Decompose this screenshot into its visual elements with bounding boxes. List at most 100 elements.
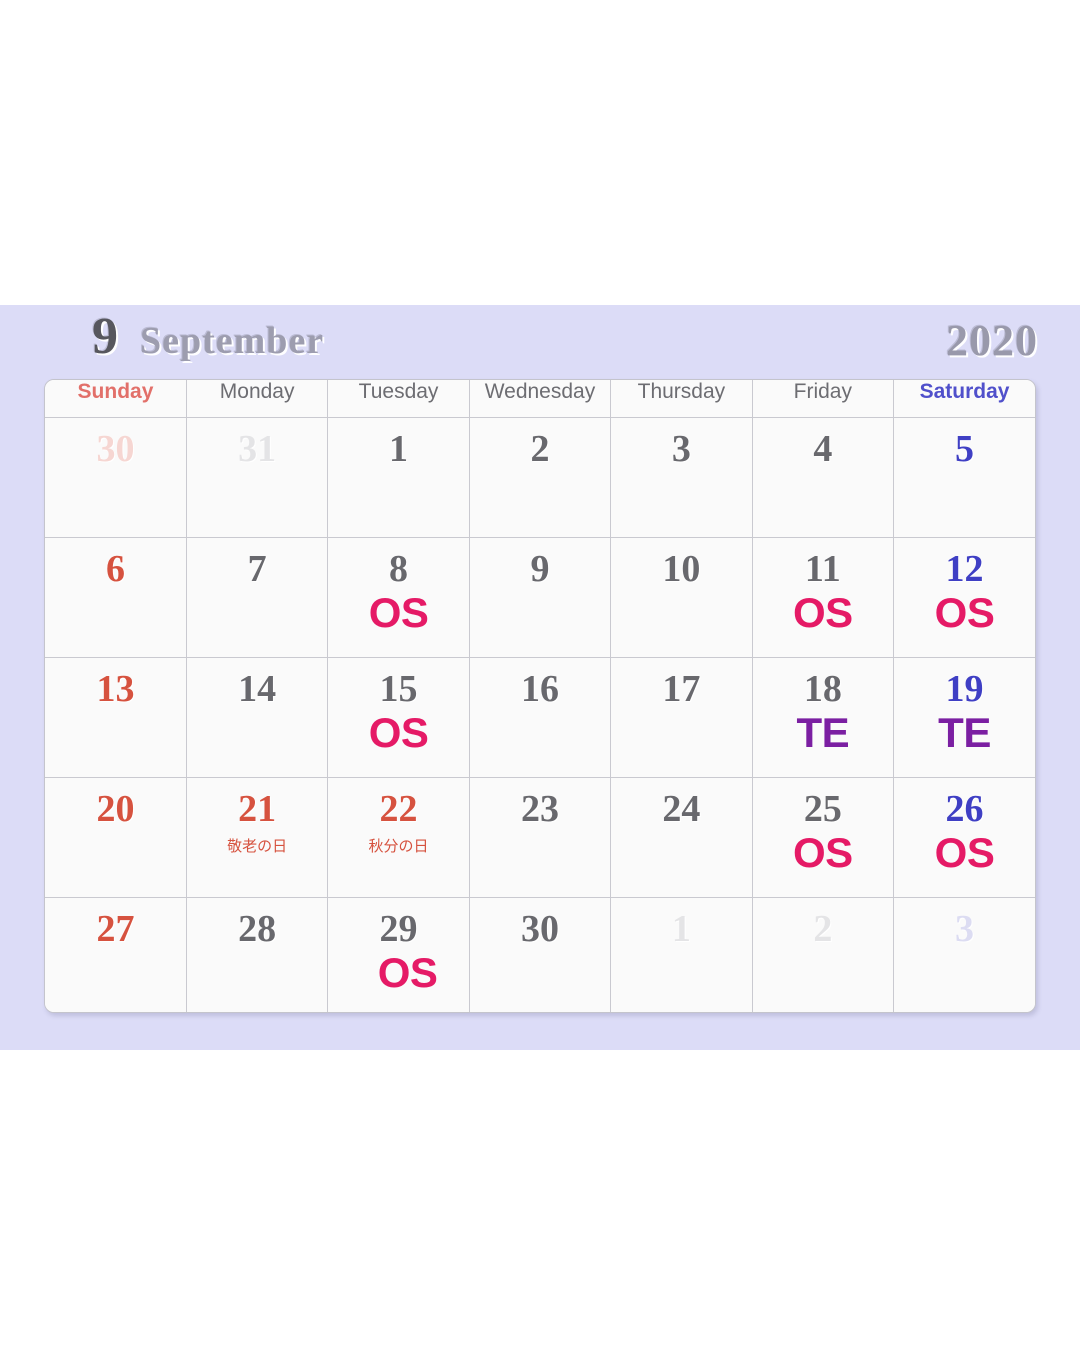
day-cell[interactable]: 7 [186,537,329,658]
weekday-header-sunday: Sunday [45,380,187,418]
event-marker-os[interactable]: OS [369,592,429,634]
day-number: 10 [662,548,701,590]
day-cell[interactable]: 17 [610,657,753,778]
day-cell[interactable]: 27 [45,897,187,1012]
day-cell-content: 4 [753,418,893,537]
day-cell-content: 23 [470,778,610,897]
day-number: 4 [813,428,833,470]
weekday-header-thursday: Thursday [610,380,753,418]
day-number: 2 [530,428,550,470]
day-cell[interactable]: 2 [752,897,895,1012]
day-cell[interactable]: 6 [45,537,187,658]
screenshot-stage: 9 September 2020 Sunday Monday Tuesday Wedn… [0,0,1080,1350]
day-number: 31 [238,428,277,470]
day-cell[interactable]: 21 敬老の日 [186,777,329,898]
day-cell[interactable]: 8 OS [327,537,470,658]
day-cell-content: 10 [611,538,751,657]
event-marker-os[interactable]: OS [369,712,429,754]
calendar-week-row: 20 21 敬老の日 22 秋分の日 23 24 25 OS 26 OS [45,777,1035,898]
calendar-week-row: 30 31 1 2 3 4 5 [45,417,1035,538]
day-cell[interactable]: 13 [45,657,187,778]
day-cell[interactable]: 3 [893,897,1035,1012]
calendar-week-row: 13 14 15 OS 16 17 18 TE 19 TE [45,657,1035,778]
day-cell[interactable]: 26 OS [893,777,1035,898]
holiday-label: 敬老の日 [227,837,288,855]
event-marker-os[interactable]: OS [935,832,995,874]
day-cell[interactable]: 3 [610,417,753,538]
day-cell-content: 14 [187,658,327,777]
day-cell-content: 7 [187,538,327,657]
day-number: 17 [662,668,701,710]
day-cell[interactable]: 24 [610,777,753,898]
day-cell-content: 15 OS [328,658,468,777]
calendar-header: 9 September 2020 [0,311,1080,379]
day-number: 30 [96,428,135,470]
day-number: 26 [945,788,984,830]
day-cell[interactable]: 31 [186,417,329,538]
day-cell-content: 21 敬老の日 [187,778,327,897]
day-number: 1 [389,428,409,470]
day-cell[interactable]: 9 [469,537,612,658]
day-cell[interactable]: 22 秋分の日 [327,777,470,898]
day-number: 5 [955,428,975,470]
day-cell[interactable]: 11 OS [752,537,895,658]
day-cell-content: 29 OS [328,898,468,1012]
calendar-week-row: 27 28 29 OS 30 1 2 3 [45,897,1035,1012]
day-number: 2 [813,908,833,950]
day-number: 13 [96,668,135,710]
day-cell-content: 16 [470,658,610,777]
event-marker-os[interactable]: OS [935,592,995,634]
day-cell[interactable]: 5 [893,417,1035,538]
day-cell[interactable]: 4 [752,417,895,538]
day-number: 3 [955,908,975,950]
day-cell[interactable]: 19 TE [893,657,1035,778]
weekday-header-monday: Monday [186,380,329,418]
day-number: 23 [520,788,559,830]
day-cell[interactable]: 20 [45,777,187,898]
day-cell-content: 2 [470,418,610,537]
day-cell[interactable]: 28 [186,897,329,1012]
day-cell[interactable]: 29 OS [327,897,470,1012]
day-number: 16 [520,668,559,710]
day-number: 1 [671,908,691,950]
day-cell-content: 30 [470,898,610,1012]
day-cell-content: 11 OS [753,538,893,657]
day-number: 27 [96,908,135,950]
calendar-body: 30 31 1 2 3 4 5 6 7 8 OS 9 10 11 OS 12 OS 13 14 15 OS 16 17 18 T… [45,417,1035,1012]
day-cell[interactable]: 23 [469,777,612,898]
day-cell[interactable]: 14 [186,657,329,778]
day-cell[interactable]: 16 [469,657,612,778]
day-cell[interactable]: 25 OS [752,777,895,898]
day-cell-content: 26 OS [894,778,1035,897]
day-cell-content: 13 [45,658,186,777]
day-cell[interactable]: 1 [610,897,753,1012]
calendar-table: Sunday Monday Tuesday Wednesday Thursday Frid… [45,380,1035,1012]
event-marker-te[interactable]: TE [796,712,849,754]
event-marker-te[interactable]: TE [938,712,991,754]
day-cell-content: 22 秋分の日 [328,778,468,897]
day-number: 6 [105,548,125,590]
day-cell[interactable]: 12 OS [893,537,1035,658]
day-cell-content: 12 OS [894,538,1035,657]
day-cell[interactable]: 30 [469,897,612,1012]
weekday-header-saturday: Saturday [893,380,1035,418]
day-number: 28 [238,908,277,950]
calendar-grid: Sunday Monday Tuesday Wednesday Thursday Frid… [44,379,1036,1013]
day-cell-content: 31 [187,418,327,537]
day-cell[interactable]: 18 TE [752,657,895,778]
day-cell[interactable]: 30 [45,417,187,538]
day-cell[interactable]: 15 OS [327,657,470,778]
day-cell[interactable]: 1 [327,417,470,538]
day-cell[interactable]: 10 [610,537,753,658]
day-cell-content: 19 TE [894,658,1035,777]
day-number: 20 [96,788,135,830]
day-cell-content: 3 [894,898,1035,1012]
event-marker-os[interactable]: OS [793,832,853,874]
day-cell-content: 28 [187,898,327,1012]
day-number: 14 [238,668,277,710]
day-number: 29 [379,908,418,950]
event-marker-os[interactable]: OS [378,952,438,994]
event-marker-os[interactable]: OS [793,592,853,634]
day-cell[interactable]: 2 [469,417,612,538]
day-number: 7 [247,548,267,590]
